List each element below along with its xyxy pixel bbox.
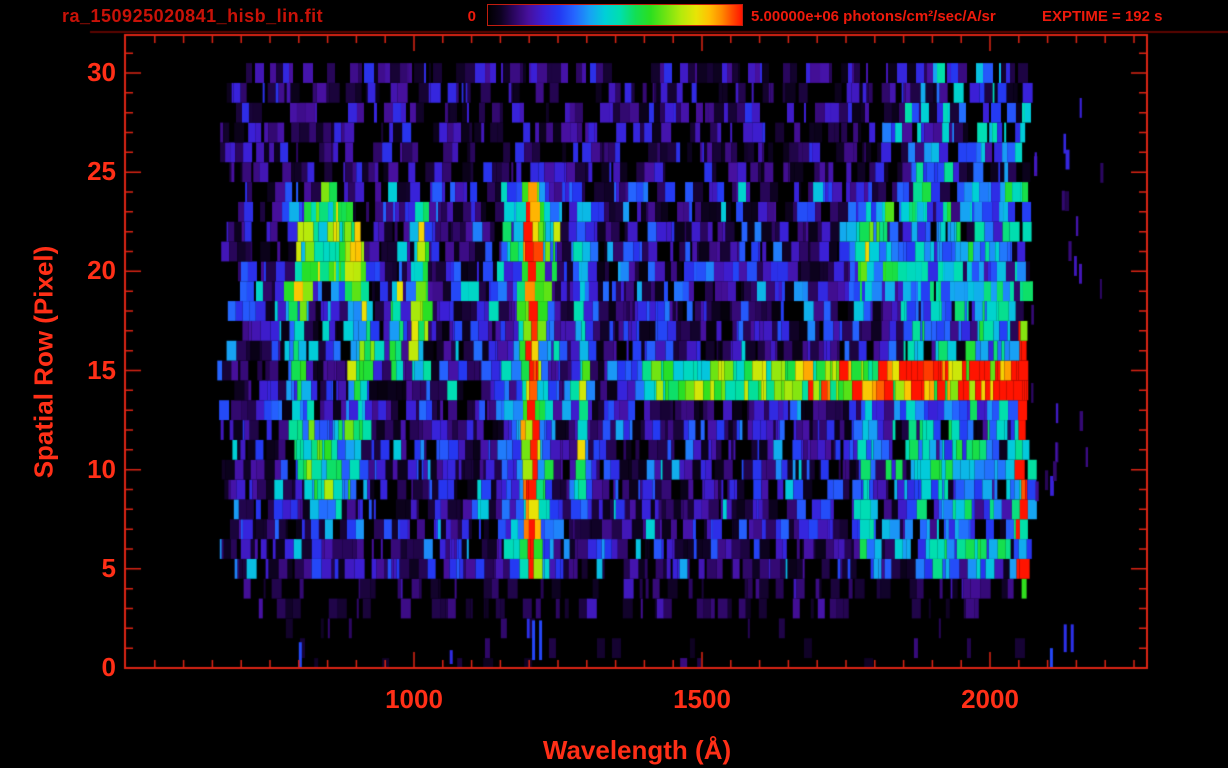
x-tick-label: 1000 [385,684,443,714]
spectral-image-canvas [0,0,1228,768]
colorbar-max-label: 5.00000e+06 photons/cm²/sec/A/sr [751,8,996,25]
exptime-label: EXPTIME = 192 s [1042,8,1163,25]
y-tick-label: 25 [87,156,116,187]
colorbar-min-label: 0 [467,8,476,25]
y-tick-label: 0 [101,651,116,682]
y-tick-label: 15 [87,354,116,385]
filename-title: ra_150925020841_hisb_lin.fit [62,6,324,26]
y-tick-label: 10 [87,453,116,484]
x-tick-label: 2000 [961,684,1019,714]
y-tick-label: 5 [101,552,116,583]
x-axis-title: Wavelength (Å) [542,735,732,765]
y-tick-label: 30 [87,56,116,87]
colorbar [487,4,743,26]
y-tick-label: 20 [87,255,116,286]
x-tick-label: 1500 [673,684,731,714]
fits-viewer-window: ra_150925020841_hisb_lin.fit 0 5.00000e+… [0,0,1228,768]
